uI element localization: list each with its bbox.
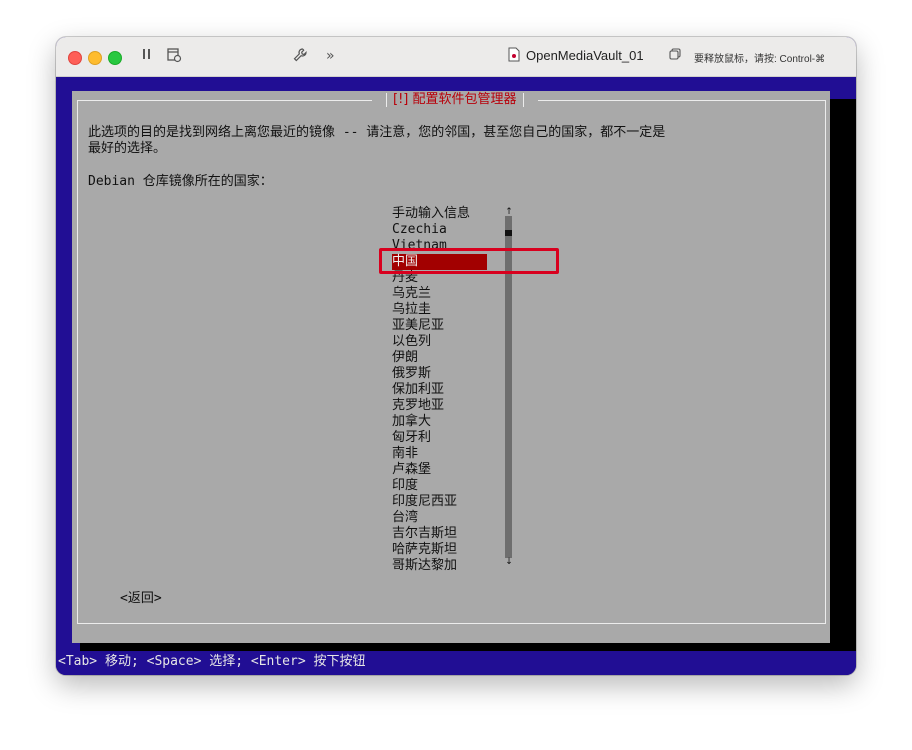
list-item[interactable]: 乌克兰	[392, 286, 512, 302]
document-icon	[508, 47, 520, 68]
list-item[interactable]: 哥斯达黎加	[392, 558, 512, 574]
list-item[interactable]: 吉尔吉斯坦	[392, 526, 512, 542]
pause-icon[interactable]	[140, 47, 154, 67]
vm-screen[interactable]: [!] 配置软件包管理器 此选项的目的是找到网络上离您最近的镜像 -- 请注意，…	[56, 77, 856, 675]
titlebar: » OpenMediaVault_01 要释放鼠标，请按: Control-⌘	[56, 37, 856, 77]
dialog-title: [!] 配置软件包管理器	[372, 91, 538, 109]
list-item[interactable]: 克罗地亚	[392, 398, 512, 414]
list-item[interactable]: Czechia	[392, 222, 512, 238]
chevrons-right-icon[interactable]: »	[326, 47, 335, 65]
list-item[interactable]: 加拿大	[392, 414, 512, 430]
list-item[interactable]: 亚美尼亚	[392, 318, 512, 334]
country-prompt: Debian 仓库镜像所在的国家：	[88, 174, 273, 189]
list-item[interactable]: 乌拉圭	[392, 302, 512, 318]
window-title: OpenMediaVault_01	[526, 48, 644, 63]
dialog-title-text: [!] 配置软件包管理器	[393, 92, 517, 107]
description-line-2: 最好的选择。	[88, 141, 167, 156]
scrollbar-thumb[interactable]	[505, 230, 512, 236]
vm-window: » OpenMediaVault_01 要释放鼠标，请按: Control-⌘ …	[56, 37, 856, 675]
release-mouse-hint: 要释放鼠标，请按: Control-⌘	[694, 54, 826, 65]
close-button[interactable]	[68, 51, 82, 65]
list-item[interactable]: 哈萨克斯坦	[392, 542, 512, 558]
list-item[interactable]: 以色列	[392, 334, 512, 350]
minimize-button[interactable]	[88, 51, 102, 65]
copy-icon[interactable]	[668, 47, 682, 67]
snapshot-icon[interactable]	[166, 47, 182, 69]
list-item[interactable]: 手动输入信息	[392, 206, 512, 222]
status-bar: <Tab> 移动; <Space> 选择; <Enter> 按下按钮	[56, 651, 856, 675]
list-item[interactable]: 保加利亚	[392, 382, 512, 398]
scroll-down-arrow-icon[interactable]: ↓	[502, 558, 516, 567]
mirror-country-dialog: [!] 配置软件包管理器 此选项的目的是找到网络上离您最近的镜像 -- 请注意，…	[72, 91, 830, 643]
annotation-highlight-box	[379, 248, 559, 274]
list-item[interactable]: 台湾	[392, 510, 512, 526]
list-item[interactable]: 卢森堡	[392, 462, 512, 478]
zoom-button[interactable]	[108, 51, 122, 65]
wrench-icon[interactable]	[292, 47, 308, 69]
list-item[interactable]: 伊朗	[392, 350, 512, 366]
list-item[interactable]: 匈牙利	[392, 430, 512, 446]
description-line-1: 此选项的目的是找到网络上离您最近的镜像 -- 请注意，您的邻国，甚至您自己的国家…	[88, 125, 666, 140]
list-item[interactable]: 南非	[392, 446, 512, 462]
list-item[interactable]: 印度	[392, 478, 512, 494]
list-item[interactable]: 印度尼西亚	[392, 494, 512, 510]
list-item[interactable]: 俄罗斯	[392, 366, 512, 382]
back-button[interactable]: <返回>	[120, 591, 162, 607]
